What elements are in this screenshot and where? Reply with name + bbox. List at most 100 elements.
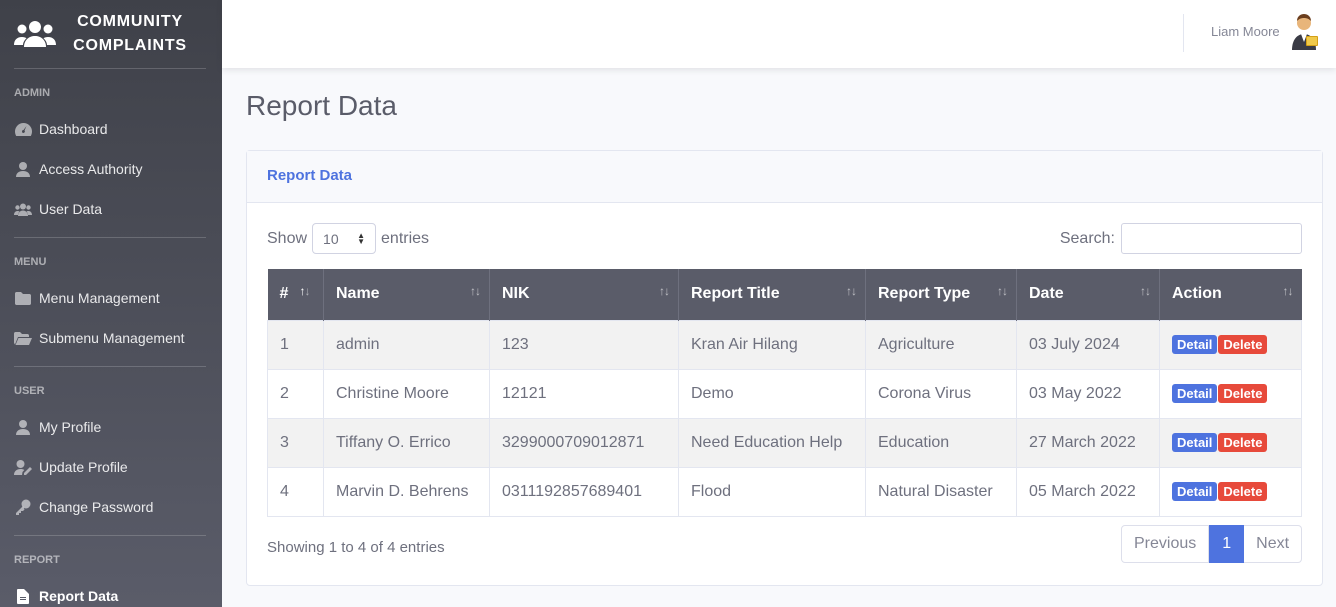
users-icon <box>14 201 32 217</box>
user-edit-icon <box>14 459 32 475</box>
sidebar-item-label: Update Profile <box>39 459 128 475</box>
sidebar-heading-user: USER <box>14 385 45 397</box>
cell-name: Tiffany O. Errico <box>323 417 490 468</box>
sidebar-item-label: Change Password <box>39 499 154 515</box>
cell-number: 3 <box>267 417 324 468</box>
user-icon <box>14 161 32 177</box>
cell-number: 2 <box>267 368 324 419</box>
cell-date: 05 March 2022 <box>1016 466 1160 517</box>
detail-button[interactable]: Detail <box>1172 335 1218 354</box>
sort-icon: ↑↓ <box>659 284 670 298</box>
cell-nik: 3299000709012871 <box>489 417 679 468</box>
pagination: Previous 1 Next <box>1121 525 1303 563</box>
key-icon <box>14 499 32 515</box>
delete-button[interactable]: Delete <box>1218 335 1268 354</box>
sort-icon: ↑↓ <box>997 284 1008 298</box>
column-header-name[interactable]: Name ↑↓ <box>323 269 490 320</box>
avatar[interactable] <box>1289 14 1319 50</box>
column-header-date[interactable]: Date ↑↓ <box>1016 269 1160 320</box>
search-input[interactable] <box>1121 223 1302 254</box>
entries-select[interactable]: 10 ▲ ▼ <box>312 223 377 254</box>
entries-select-value: 10 <box>323 231 339 247</box>
cell-report-type: Agriculture <box>865 319 1017 370</box>
cell-report-title: Kran Air Hilang <box>678 319 866 370</box>
cell-action: Detail Delete <box>1159 319 1302 370</box>
folder-open-icon <box>14 330 32 346</box>
cell-report-title: Flood <box>678 466 866 517</box>
column-header-number[interactable]: # ↑↓ <box>267 269 324 320</box>
sidebar-item-change-password[interactable]: Change Password <box>0 487 222 527</box>
table-row: 4 Marvin D. Behrens 0311192857689401 Flo… <box>267 466 1302 517</box>
report-data-card: Report Data Show 10 ▲ ▼ entries Search: #… <box>246 150 1323 586</box>
sidebar-item-label: My Profile <box>39 419 102 435</box>
delete-button[interactable]: Delete <box>1218 482 1268 501</box>
cell-name: Marvin D. Behrens <box>323 466 490 517</box>
report-table: # ↑↓ Name ↑↓ NIK ↑↓ Report Title ↑↓ Report T… <box>267 269 1302 517</box>
search-control: Search: <box>1060 223 1302 254</box>
sidebar-item-dashboard[interactable]: Dashboard <box>0 109 222 149</box>
cell-report-type: Natural Disaster <box>865 466 1017 517</box>
sort-icon: ↑↓ <box>299 284 311 298</box>
table-row: 2 Christine Moore 12121 Demo Corona Viru… <box>267 368 1302 419</box>
page-1-button[interactable]: 1 <box>1209 525 1245 563</box>
sort-icon: ↑↓ <box>1282 284 1294 298</box>
sidebar-item-report-data[interactable]: Report Data <box>0 576 222 607</box>
folder-icon <box>14 290 32 306</box>
entries-length-control: Show 10 ▲ ▼ entries <box>267 223 429 254</box>
card-title: Report Data <box>267 167 353 184</box>
detail-button[interactable]: Detail <box>1172 482 1218 501</box>
cell-report-type: Corona Virus <box>865 368 1017 419</box>
next-page-button[interactable]: Next <box>1244 525 1303 563</box>
sidebar-item-menu-management[interactable]: Menu Management <box>0 278 222 318</box>
cell-date: 03 July 2024 <box>1016 319 1160 370</box>
column-header-report-title[interactable]: Report Title ↑↓ <box>678 269 866 320</box>
sort-icon: ↑↓ <box>846 284 857 298</box>
cell-name: admin <box>323 319 490 370</box>
cell-report-title: Demo <box>678 368 866 419</box>
delete-button[interactable]: Delete <box>1218 384 1268 403</box>
file-icon <box>14 588 32 604</box>
topbar: Liam Moore <box>222 0 1336 68</box>
detail-button[interactable]: Detail <box>1172 384 1218 403</box>
cell-name: Christine Moore <box>323 368 490 419</box>
brand[interactable]: COMMUNITY COMPLAINTS <box>0 0 222 68</box>
user-name[interactable]: Liam Moore <box>1211 24 1280 39</box>
sidebar-heading-admin: ADMIN <box>14 87 51 99</box>
sidebar: COMMUNITY COMPLAINTS ADMIN Dashboard Acc… <box>0 0 222 607</box>
cell-number: 1 <box>267 319 324 370</box>
sidebar-item-submenu-management[interactable]: Submenu Management <box>0 318 222 358</box>
cell-action: Detail Delete <box>1159 368 1302 419</box>
sidebar-heading-report: REPORT <box>14 554 60 566</box>
previous-page-button[interactable]: Previous <box>1121 525 1210 563</box>
sort-icon: ↑↓ <box>470 284 481 298</box>
sidebar-item-label: Submenu Management <box>39 330 185 346</box>
sidebar-item-label: Dashboard <box>39 121 108 137</box>
cell-report-title: Need Education Help <box>678 417 866 468</box>
cell-nik: 0311192857689401 <box>489 466 679 517</box>
column-header-action[interactable]: Action ↑↓ <box>1159 269 1302 320</box>
sidebar-item-access-authority[interactable]: Access Authority <box>0 149 222 189</box>
table-info: Showing 1 to 4 of 4 entries <box>267 539 445 556</box>
entries-label: entries <box>381 229 430 247</box>
sort-arrows-icon: ▲ ▼ <box>357 231 366 246</box>
sidebar-item-my-profile[interactable]: My Profile <box>0 407 222 447</box>
brand-line-2: COMPLAINTS <box>73 37 187 54</box>
card-header: Report Data <box>247 151 1322 203</box>
sidebar-item-label: Access Authority <box>39 161 143 177</box>
cell-nik: 12121 <box>489 368 679 419</box>
column-header-report-type[interactable]: Report Type ↑↓ <box>865 269 1017 320</box>
page-title: Report Data <box>246 90 397 121</box>
brand-line-1: COMMUNITY <box>77 13 183 30</box>
table-row: 1 admin 123 Kran Air Hilang Agriculture … <box>267 319 1302 370</box>
sidebar-item-label: Report Data <box>39 588 119 604</box>
sidebar-item-label: Menu Management <box>39 290 160 306</box>
delete-button[interactable]: Delete <box>1218 433 1268 452</box>
sidebar-item-update-profile[interactable]: Update Profile <box>0 447 222 487</box>
search-label: Search: <box>1059 229 1115 247</box>
column-header-nik[interactable]: NIK ↑↓ <box>489 269 679 320</box>
sidebar-item-user-data[interactable]: User Data <box>0 189 222 229</box>
cell-action: Detail Delete <box>1159 417 1302 468</box>
detail-button[interactable]: Detail <box>1172 433 1218 452</box>
cell-action: Detail Delete <box>1159 466 1302 517</box>
table-row: 3 Tiffany O. Errico 3299000709012871 Nee… <box>267 417 1302 468</box>
